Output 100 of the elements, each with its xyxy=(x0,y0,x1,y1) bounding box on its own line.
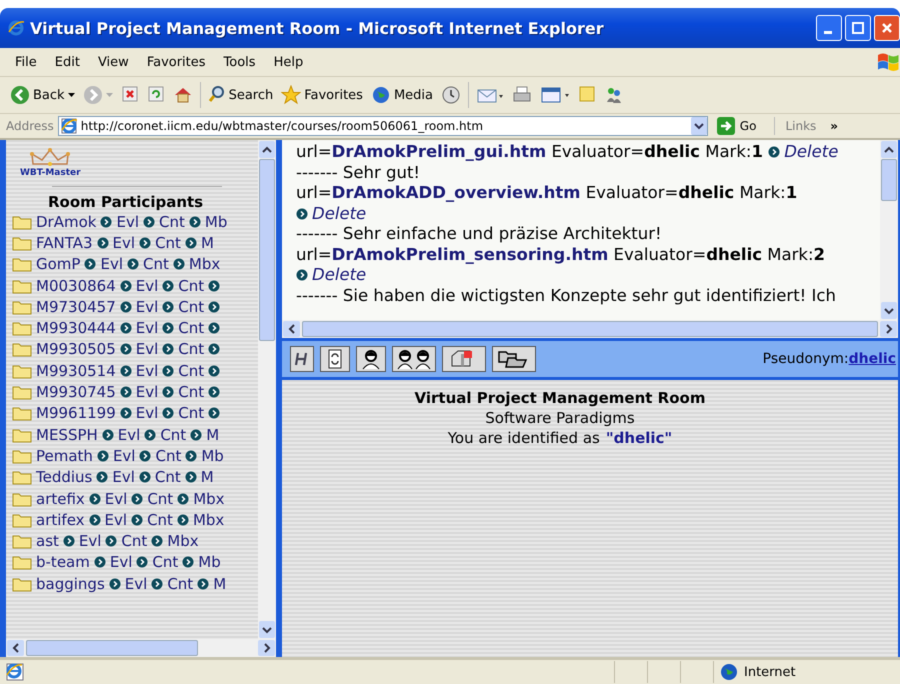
participant-action-link[interactable]: Evl xyxy=(136,276,158,295)
participant-link[interactable]: M9930444 xyxy=(36,319,116,338)
participant-action-link[interactable]: Evl xyxy=(110,553,132,572)
pseudonym-link[interactable]: dhelic xyxy=(848,351,896,367)
participant-action-link[interactable]: Evl xyxy=(112,468,135,486)
menu-item[interactable]: View xyxy=(88,54,138,70)
scroll-thumb[interactable] xyxy=(881,159,897,201)
participant-link[interactable]: ast xyxy=(36,532,59,550)
participant-action-link[interactable]: Evl xyxy=(136,404,158,422)
participant-action-link[interactable]: Cnt xyxy=(147,510,173,529)
participant-action-link[interactable]: M xyxy=(213,574,226,593)
participant-link[interactable]: M9930505 xyxy=(36,340,116,358)
person-tool-button[interactable] xyxy=(356,346,386,372)
participant-action-link[interactable]: Evl xyxy=(118,426,140,444)
delete-link[interactable]: Delete xyxy=(768,142,838,161)
participant-action-link[interactable]: M xyxy=(200,234,214,252)
horizontal-scrollbar[interactable] xyxy=(282,320,898,338)
participant-link[interactable]: M9730457 xyxy=(36,298,116,316)
mailbox-tool-button[interactable] xyxy=(442,346,486,372)
menu-item[interactable]: Edit xyxy=(46,54,89,70)
participant-action-link[interactable]: Cnt xyxy=(178,298,204,316)
search-button[interactable]: Search xyxy=(204,80,278,110)
refresh-tool-button[interactable] xyxy=(320,346,350,372)
participant-action-link[interactable]: M xyxy=(200,468,214,486)
participant-action-link[interactable]: Cnt xyxy=(178,319,204,338)
participant-link[interactable]: M9930745 xyxy=(36,383,116,402)
participant-action-link[interactable]: Mbx xyxy=(193,490,225,508)
vertical-scrollbar[interactable] xyxy=(880,140,898,320)
participant-action-link[interactable]: Cnt xyxy=(147,490,174,508)
scroll-thumb[interactable] xyxy=(302,321,878,337)
menu-item[interactable]: Favorites xyxy=(138,54,215,70)
favorites-button[interactable]: Favorites xyxy=(277,80,367,110)
scroll-thumb[interactable] xyxy=(259,159,275,341)
chevron-button[interactable]: » xyxy=(820,119,838,133)
participant-link[interactable]: b-team xyxy=(36,553,90,572)
minimize-button[interactable] xyxy=(816,15,842,41)
participant-action-link[interactable]: Evl xyxy=(112,446,136,465)
participant-action-link[interactable]: Mbx xyxy=(192,510,224,529)
menu-item[interactable]: File xyxy=(6,54,46,70)
participant-action-link[interactable]: Evl xyxy=(136,298,158,316)
participant-action-link[interactable]: Evl xyxy=(112,234,136,252)
participant-action-link[interactable]: Evl xyxy=(78,532,102,550)
delete-link[interactable]: Delete xyxy=(296,265,366,284)
participant-action-link[interactable]: Mb xyxy=(201,446,224,465)
participant-link[interactable]: Teddius xyxy=(36,468,92,486)
close-button[interactable] xyxy=(874,15,900,41)
participant-action-link[interactable]: Evl xyxy=(136,383,158,402)
participant-action-link[interactable]: Cnt xyxy=(178,276,204,295)
participant-action-link[interactable]: M xyxy=(206,426,220,444)
delete-link[interactable]: Delete xyxy=(296,204,366,222)
participant-action-link[interactable]: Cnt xyxy=(155,234,181,252)
participant-action-link[interactable]: Cnt xyxy=(167,574,194,593)
participant-action-link[interactable]: Evl xyxy=(136,340,158,358)
participant-action-link[interactable]: Cnt xyxy=(178,340,204,358)
scroll-thumb[interactable] xyxy=(26,640,198,656)
help-tool-button[interactable] xyxy=(290,346,314,372)
people-tool-button[interactable] xyxy=(392,346,436,372)
participant-link[interactable]: artefix xyxy=(36,490,85,508)
participant-link[interactable]: M9961199 xyxy=(36,404,116,422)
participant-action-link[interactable]: Evl xyxy=(116,212,139,231)
participant-link[interactable]: M0030864 xyxy=(36,276,116,295)
media-button[interactable]: Media xyxy=(366,80,438,110)
participant-action-link[interactable]: Cnt xyxy=(178,383,204,402)
participant-action-link[interactable]: Cnt xyxy=(143,255,169,274)
participant-action-link[interactable]: Mb xyxy=(204,212,228,231)
participant-link[interactable]: DrAmok xyxy=(36,212,96,231)
participant-action-link[interactable]: Mbx xyxy=(188,255,220,274)
participant-action-link[interactable]: Evl xyxy=(136,319,158,338)
vertical-scrollbar[interactable] xyxy=(258,140,276,639)
horizontal-scrollbar[interactable] xyxy=(6,639,276,657)
participant-action-link[interactable]: Mbx xyxy=(167,532,199,550)
participant-link[interactable]: GomP xyxy=(36,255,80,274)
participant-action-link[interactable]: Cnt xyxy=(152,553,178,572)
back-button[interactable]: Back xyxy=(6,80,79,110)
participant-link[interactable]: artifex xyxy=(36,510,85,529)
go-button[interactable]: Go xyxy=(712,116,770,136)
participant-action-link[interactable]: Evl xyxy=(124,574,148,593)
participant-link[interactable]: FANTA3 xyxy=(36,234,93,252)
participant-action-link[interactable]: Evl xyxy=(104,490,128,508)
participant-link[interactable]: M9930514 xyxy=(36,362,116,380)
participant-action-link[interactable]: Evl xyxy=(136,362,158,380)
maximize-button[interactable] xyxy=(845,15,871,41)
participant-action-link[interactable]: Mb xyxy=(198,553,221,572)
menu-item[interactable]: Tools xyxy=(214,54,265,70)
participant-action-link[interactable]: Cnt xyxy=(155,446,182,465)
participant-action-link[interactable]: Cnt xyxy=(178,362,204,380)
participant-link[interactable]: MESSPH xyxy=(36,426,98,444)
participant-action-link[interactable]: Cnt xyxy=(159,212,185,231)
participant-action-link[interactable]: Evl xyxy=(100,255,123,274)
address-field[interactable]: http://coronet.iicm.edu/wbtmaster/courses/room506061_room.htm xyxy=(58,116,708,136)
participant-link[interactable]: baggings xyxy=(36,574,105,593)
menu-item[interactable]: Help xyxy=(264,54,312,70)
folders-tool-button[interactable] xyxy=(492,346,536,372)
participant-link[interactable]: Pemath xyxy=(36,446,93,465)
participant-action-link[interactable]: Cnt xyxy=(160,426,186,444)
participant-action-link[interactable]: Cnt xyxy=(121,532,148,550)
participant-action-link[interactable]: Cnt xyxy=(178,404,204,422)
participant-action-link[interactable]: Evl xyxy=(104,510,128,529)
participant-action-link[interactable]: Cnt xyxy=(154,468,181,486)
links-button[interactable]: Links xyxy=(779,119,816,133)
